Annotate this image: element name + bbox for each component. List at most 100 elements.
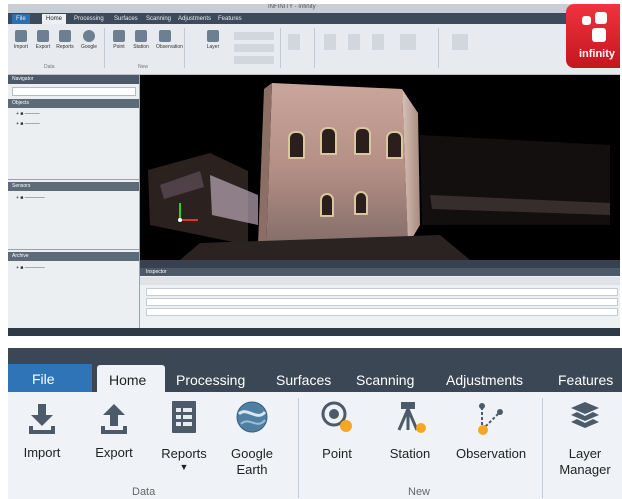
- inspector-grid-row[interactable]: [146, 308, 618, 316]
- observation-icon: [159, 30, 171, 42]
- tab-surfaces[interactable]: Surfaces: [276, 372, 331, 388]
- inspector-grid-row[interactable]: [146, 298, 618, 306]
- small-tab-features[interactable]: Features: [214, 14, 246, 24]
- reports-button[interactable]: Reports ▼: [154, 400, 214, 472]
- small-group-divider: [184, 28, 185, 68]
- building-window: [320, 127, 337, 155]
- building-window: [320, 193, 334, 217]
- inspector-tabs[interactable]: [140, 277, 620, 285]
- building-window: [354, 191, 368, 215]
- layer-manager-button[interactable]: Layer Manager: [554, 400, 616, 477]
- group-label-data: Data: [132, 486, 156, 498]
- point-button[interactable]: Point: [312, 400, 362, 461]
- tree-item[interactable]: + ■ ———: [16, 111, 40, 117]
- building-window: [288, 131, 305, 159]
- group-label-new: New: [408, 486, 431, 498]
- inspector-grid-row[interactable]: [146, 288, 618, 296]
- sensors-header[interactable]: Sensors: [8, 182, 139, 191]
- station-button[interactable]: Station: [382, 400, 438, 461]
- small-point-button[interactable]: Point: [110, 30, 128, 50]
- tab-adjustments[interactable]: Adjustments: [446, 372, 523, 388]
- logo-square: [595, 12, 607, 24]
- title-bar: INFINITY - Infinity: [8, 4, 620, 13]
- small-group-divider: [438, 28, 439, 68]
- application-screenshot: INFINITY - Infinity File Home Processing…: [8, 4, 620, 336]
- small-group-divider: [104, 28, 105, 68]
- zoomed-ribbon: File Home Processing Surfaces Scanning A…: [8, 348, 622, 499]
- globe-icon: [236, 401, 268, 433]
- faint-control[interactable]: [234, 56, 274, 64]
- small-google-earth-button[interactable]: Google: [80, 30, 98, 50]
- small-tab-adjustments[interactable]: Adjustments: [174, 14, 215, 24]
- small-reports-button[interactable]: Reports: [56, 30, 74, 50]
- small-observation-button[interactable]: Observation: [156, 30, 183, 50]
- reports-icon: [172, 401, 196, 433]
- import-button[interactable]: Import: [16, 400, 68, 460]
- small-group-divider: [280, 28, 281, 68]
- faint-tool-icon[interactable]: [348, 34, 360, 50]
- small-group-label-new: New: [138, 64, 149, 70]
- navigator-panel: Navigator Objects + ■ ——— + ■ ——— Sensor…: [8, 75, 140, 328]
- building-window: [354, 127, 371, 155]
- small-tab-home[interactable]: Home: [42, 14, 67, 24]
- export-button[interactable]: Export: [88, 400, 140, 460]
- panel-divider: [8, 249, 139, 250]
- small-export-button[interactable]: Export: [34, 30, 52, 50]
- small-tab-surfaces[interactable]: Surfaces: [110, 14, 142, 24]
- observation-icon: [478, 403, 503, 435]
- point-cloud-render: [148, 83, 610, 260]
- faint-tool-icon[interactable]: [324, 34, 336, 50]
- point-cloud-view[interactable]: [140, 75, 620, 260]
- small-group-divider: [314, 28, 315, 68]
- panel-divider: [8, 179, 139, 180]
- tab-scanning[interactable]: Scanning: [356, 372, 414, 388]
- logo-text: infinity: [578, 48, 616, 60]
- window-title: INFINITY - Infinity: [268, 4, 316, 10]
- faint-control[interactable]: [234, 32, 274, 40]
- reports-icon: [59, 30, 71, 42]
- small-station-button[interactable]: Station: [132, 30, 150, 50]
- import-icon: [15, 30, 27, 42]
- inspector-header: Inspector: [140, 268, 620, 276]
- small-layer-manager-button[interactable]: Layer: [204, 30, 222, 50]
- tab-file[interactable]: File: [8, 364, 92, 392]
- inspector-panel: Inspector: [140, 268, 620, 328]
- navigator-header: Navigator: [8, 75, 139, 84]
- faint-tool-icon[interactable]: [288, 34, 300, 50]
- tree-item[interactable]: + ■ ————: [16, 265, 45, 271]
- import-icon: [29, 404, 55, 434]
- infinity-logo: infinity: [566, 4, 620, 68]
- observation-button[interactable]: Observation: [454, 400, 528, 461]
- tab-home[interactable]: Home: [97, 365, 165, 393]
- google-earth-button[interactable]: Google Earth: [222, 400, 282, 477]
- tree-item[interactable]: + ■ ————: [16, 195, 45, 201]
- tab-features[interactable]: Features: [558, 372, 613, 388]
- globe-icon: [83, 30, 95, 42]
- tab-processing[interactable]: Processing: [176, 372, 245, 388]
- small-import-button[interactable]: Import: [12, 30, 30, 50]
- layers-icon: [571, 402, 599, 428]
- station-icon: [397, 402, 426, 433]
- small-tab-processing[interactable]: Processing: [70, 14, 108, 24]
- layers-icon: [207, 30, 219, 42]
- objects-header[interactable]: Objects: [8, 99, 139, 108]
- small-tab-file[interactable]: File: [12, 14, 30, 24]
- view-toolbar[interactable]: [140, 260, 620, 268]
- faint-control[interactable]: [234, 44, 274, 52]
- small-group-label-data: Data: [44, 64, 55, 70]
- building-window: [386, 131, 403, 159]
- faint-tool-icon[interactable]: [400, 34, 416, 50]
- status-bar: [8, 328, 620, 336]
- logo-square: [592, 28, 606, 42]
- export-icon: [101, 404, 127, 434]
- archive-header[interactable]: Archive: [8, 252, 139, 261]
- faint-tool-icon[interactable]: [372, 34, 384, 50]
- tree-item[interactable]: + ■ ———: [16, 121, 40, 127]
- small-ribbon: Import Export Reports Google Point Stati…: [8, 24, 620, 75]
- small-tab-bar: File Home Processing Surfaces Scanning A…: [8, 13, 620, 24]
- point-icon: [321, 401, 352, 432]
- navigator-search-input[interactable]: [12, 87, 136, 96]
- export-icon: [37, 30, 49, 42]
- faint-tool-icon[interactable]: [452, 34, 468, 50]
- small-tab-scanning[interactable]: Scanning: [142, 14, 175, 24]
